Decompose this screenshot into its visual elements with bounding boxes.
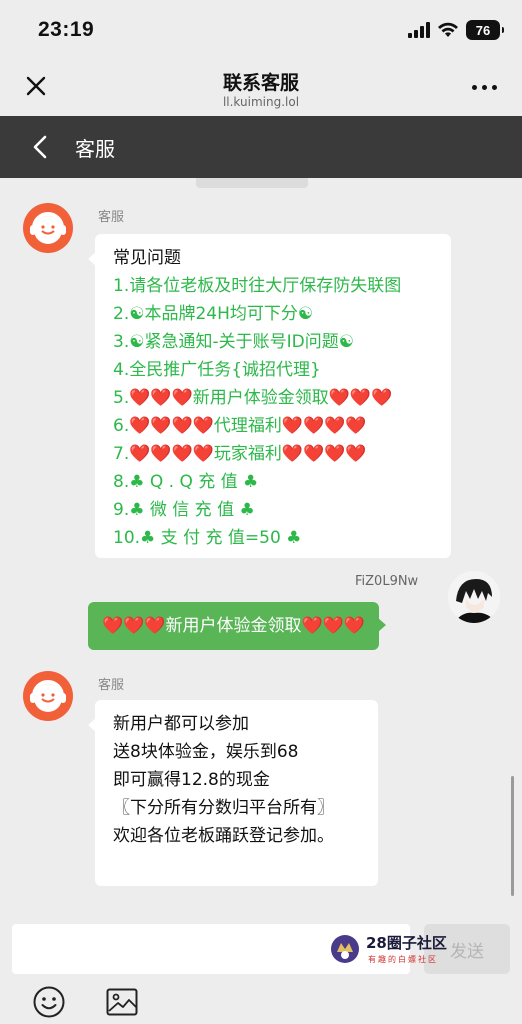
signal-icon [408, 22, 430, 38]
sender-name: 客服 [98, 210, 125, 225]
support-reply-bubble: 新用户都可以参加 送8块体验金，娱乐到68 即可赢得12.8的现金 〖下分所有分… [88, 700, 378, 886]
faq-link-9[interactable]: 9.♣ 微 信 充 值 ♣ [113, 496, 433, 524]
support-avatar-icon[interactable] [22, 670, 74, 722]
faq-link-1[interactable]: 1.请各位老板及时往大厅保存防失联图 [113, 272, 433, 300]
reply-line: 新用户都可以参加 [113, 714, 249, 734]
reply-line: 欢迎各位老板踊跃登记参加。 [113, 826, 334, 846]
webview-url: ll.kuiming.lol [222, 95, 300, 109]
battery-level: 76 [475, 22, 491, 38]
reply-line: 即可赢得12.8的现金 [113, 770, 270, 790]
watermark-logo-icon [331, 935, 359, 963]
scrollbar[interactable] [511, 776, 514, 896]
chat-header: 客服 [0, 116, 522, 178]
status-bar: 23:19 76 [0, 0, 522, 58]
user-name: FiZ0L9Nw [355, 574, 419, 589]
message-list[interactable]: 客服 常见问题 1.请各位老板及时往大厅保存防失联图 2.☯本品牌24H均可下分… [0, 178, 522, 913]
status-icons: 76 [408, 20, 504, 40]
faq-message-bubble: 常见问题 1.请各位老板及时往大厅保存防失联图 2.☯本品牌24H均可下分☯ 3… [88, 234, 451, 558]
user-avatar-image [448, 571, 500, 623]
webview-header: 联系客服 ll.kuiming.lol [0, 58, 522, 116]
composer: 发送 28圈子社区 有趣的白嫖社区 [0, 913, 522, 1024]
image-icon[interactable] [106, 988, 138, 1016]
support-avatar-icon[interactable] [22, 202, 74, 254]
faq-link-7[interactable]: 7.❤️❤️❤️❤️玩家福利❤️❤️❤️❤️ [113, 440, 433, 468]
faq-link-4[interactable]: 4.全民推广任务{诚招代理} [113, 356, 433, 384]
more-options-icon[interactable] [472, 76, 502, 98]
watermark-title: 28圈子社区 [366, 934, 447, 952]
emoji-icon[interactable] [32, 985, 66, 1019]
user-avatar[interactable] [448, 571, 500, 623]
webview-title: 联系客服 [222, 72, 299, 94]
user-message-bubble: ❤️❤️❤️新用户体验金领取❤️❤️❤️ [88, 602, 387, 650]
faq-heading: 常见问题 [113, 248, 181, 268]
faq-link-3[interactable]: 3.☯紧急通知-关于账号ID问题☯ [113, 328, 433, 356]
battery-indicator: 76 [466, 20, 504, 40]
watermark: 28圈子社区 有趣的白嫖社区 [330, 932, 480, 968]
status-time: 23:19 [38, 18, 95, 41]
watermark-subtitle: 有趣的白嫖社区 [368, 955, 438, 964]
faq-link-2[interactable]: 2.☯本品牌24H均可下分☯ [113, 300, 433, 328]
reply-line: 送8块体验金，娱乐到68 [113, 742, 299, 762]
timestamp-chip [196, 178, 308, 188]
faq-link-5[interactable]: 5.❤️❤️❤️新用户体验金领取❤️❤️❤️ [113, 384, 433, 412]
reply-line: 〖下分所有分数归平台所有〗 [113, 798, 334, 818]
back-arrow-icon[interactable] [28, 134, 54, 160]
chat-title: 客服 [75, 137, 115, 161]
sender-name: 客服 [98, 678, 125, 693]
faq-link-10[interactable]: 10.♣ 支 付 充 值=50 ♣ [113, 524, 433, 552]
wifi-icon [438, 22, 458, 37]
faq-link-8[interactable]: 8.♣ Q . Q 充 值 ♣ [113, 468, 433, 496]
faq-link-6[interactable]: 6.❤️❤️❤️❤️代理福利❤️❤️❤️❤️ [113, 412, 433, 440]
